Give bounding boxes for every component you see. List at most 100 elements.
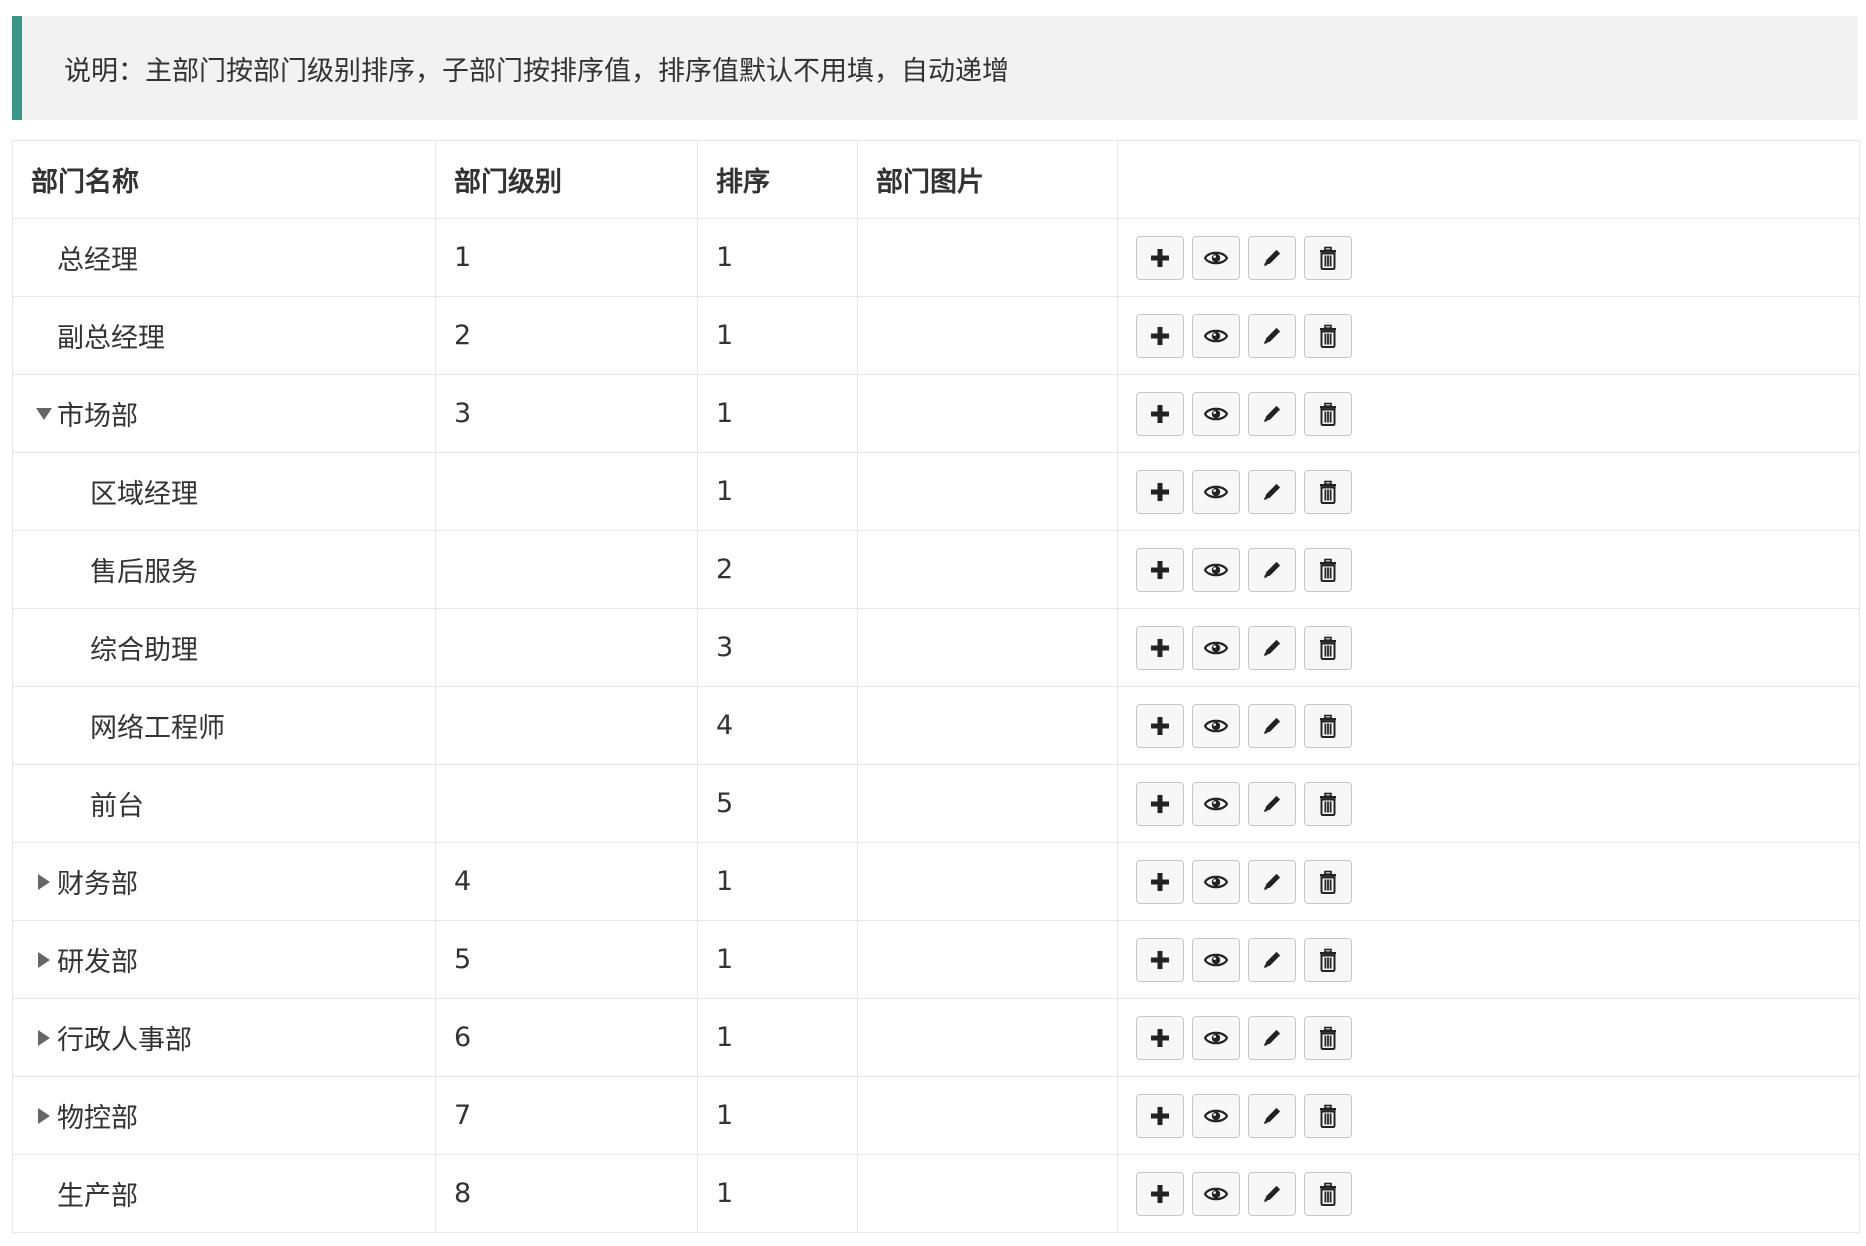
cell-department-level [435,764,698,843]
add-button[interactable] [1136,937,1184,982]
trash-icon [1318,324,1338,348]
caret-right-icon[interactable] [31,947,57,973]
trash-icon [1318,714,1338,738]
delete-button[interactable] [1304,625,1352,670]
delete-button[interactable] [1304,235,1352,280]
view-button[interactable] [1192,235,1240,280]
pencil-icon [1261,1027,1283,1049]
delete-button[interactable] [1304,937,1352,982]
department-name-label: 生产部 [57,1181,138,1212]
edit-button[interactable] [1248,859,1296,904]
delete-button[interactable] [1304,391,1352,436]
header-department-name: 部门名称 [12,140,436,219]
add-button[interactable] [1136,547,1184,592]
header-department-level: 部门级别 [435,140,698,219]
cell-department-level: 8 [435,1154,698,1233]
add-button[interactable] [1136,1093,1184,1138]
plus-icon [1149,247,1171,269]
plus-icon [1149,325,1171,347]
header-sort: 排序 [697,140,858,219]
delete-button[interactable] [1304,547,1352,592]
cell-operations [1117,920,1860,999]
add-button[interactable] [1136,235,1184,280]
edit-button[interactable] [1248,391,1296,436]
eye-icon [1204,1185,1228,1203]
plus-icon [1149,637,1171,659]
delete-button[interactable] [1304,313,1352,358]
delete-button[interactable] [1304,1093,1352,1138]
view-button[interactable] [1192,781,1240,826]
cell-operations [1117,608,1860,687]
trash-icon [1318,792,1338,816]
edit-button[interactable] [1248,1171,1296,1216]
cell-sort: 1 [697,218,858,297]
cell-department-image [857,1076,1118,1155]
view-button[interactable] [1192,313,1240,358]
add-button[interactable] [1136,1015,1184,1060]
department-name-label: 副总经理 [57,323,165,354]
view-button[interactable] [1192,625,1240,670]
cell-department-level: 5 [435,920,698,999]
add-button[interactable] [1136,703,1184,748]
delete-button[interactable] [1304,469,1352,514]
add-button[interactable] [1136,781,1184,826]
delete-button[interactable] [1304,1015,1352,1060]
delete-button[interactable] [1304,1171,1352,1216]
plus-icon [1149,871,1171,893]
cell-operations [1117,686,1860,765]
edit-button[interactable] [1248,235,1296,280]
add-button[interactable] [1136,391,1184,436]
cell-department-level [435,686,698,765]
add-button[interactable] [1136,313,1184,358]
cell-department-name: 售后服务 [12,530,436,609]
edit-button[interactable] [1248,1015,1296,1060]
view-button[interactable] [1192,937,1240,982]
cell-department-name: 副总经理 [12,296,436,375]
view-button[interactable] [1192,1171,1240,1216]
add-button[interactable] [1136,859,1184,904]
cell-sort: 1 [697,842,858,921]
view-button[interactable] [1192,391,1240,436]
cell-department-image [857,686,1118,765]
cell-sort: 1 [697,374,858,453]
delete-button[interactable] [1304,703,1352,748]
delete-button[interactable] [1304,781,1352,826]
cell-sort: 2 [697,530,858,609]
table-row: 市场部 3 1 [12,374,1860,453]
view-button[interactable] [1192,1015,1240,1060]
table-row: 前台 5 [12,764,1860,843]
edit-button[interactable] [1248,781,1296,826]
edit-button[interactable] [1248,625,1296,670]
caret-down-icon[interactable] [31,401,57,427]
edit-button[interactable] [1248,937,1296,982]
pencil-icon [1261,1105,1283,1127]
edit-button[interactable] [1248,703,1296,748]
plus-icon [1149,481,1171,503]
cell-department-image [857,608,1118,687]
edit-button[interactable] [1248,469,1296,514]
view-button[interactable] [1192,469,1240,514]
cell-department-name: 行政人事部 [12,998,436,1077]
add-button[interactable] [1136,469,1184,514]
pencil-icon [1261,403,1283,425]
cell-sort: 4 [697,686,858,765]
caret-right-icon[interactable] [31,1103,57,1129]
view-button[interactable] [1192,703,1240,748]
caret-right-icon[interactable] [31,1025,57,1051]
edit-button[interactable] [1248,313,1296,358]
plus-icon [1149,715,1171,737]
view-button[interactable] [1192,1093,1240,1138]
delete-button[interactable] [1304,859,1352,904]
edit-button[interactable] [1248,1093,1296,1138]
cell-department-name: 研发部 [12,920,436,999]
view-button[interactable] [1192,547,1240,592]
eye-icon [1204,405,1228,423]
add-button[interactable] [1136,625,1184,670]
view-button[interactable] [1192,859,1240,904]
caret-right-icon[interactable] [31,869,57,895]
add-button[interactable] [1136,1171,1184,1216]
edit-button[interactable] [1248,547,1296,592]
trash-icon [1318,1104,1338,1128]
department-name-label: 财务部 [57,869,138,900]
eye-icon [1204,327,1228,345]
